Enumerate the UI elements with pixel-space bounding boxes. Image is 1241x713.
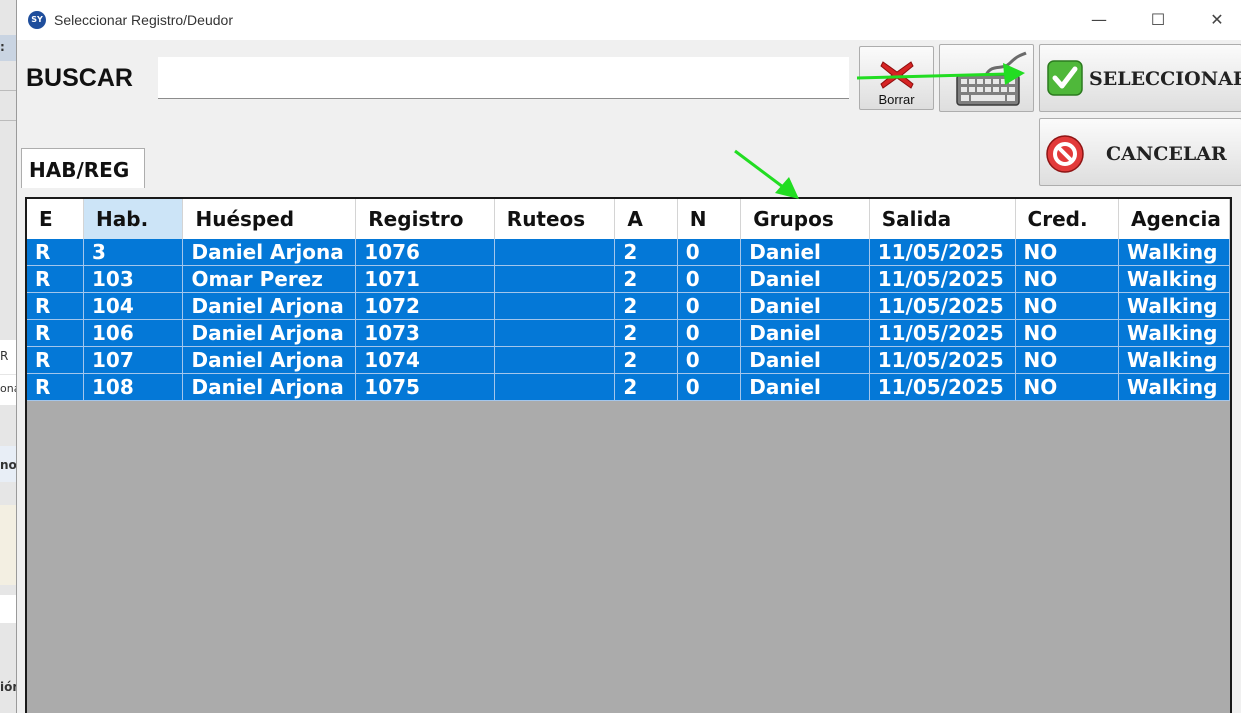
background-app-field [0, 595, 16, 623]
background-app-field [0, 505, 16, 585]
select-record-dialog: SY Seleccionar Registro/Deudor — ☐ ✕ BUS… [16, 0, 1241, 713]
background-divider [0, 120, 16, 121]
background-app-text: : [0, 40, 5, 54]
background-divider [0, 90, 16, 91]
background-app-strip: : R ona nos ión [0, 0, 24, 713]
annotation-arrows [734, 63, 1025, 199]
background-app-text: R [0, 349, 9, 363]
annotation-arrow-to-select [856, 63, 1025, 85]
annotation-arrow-to-grupos [734, 149, 799, 199]
